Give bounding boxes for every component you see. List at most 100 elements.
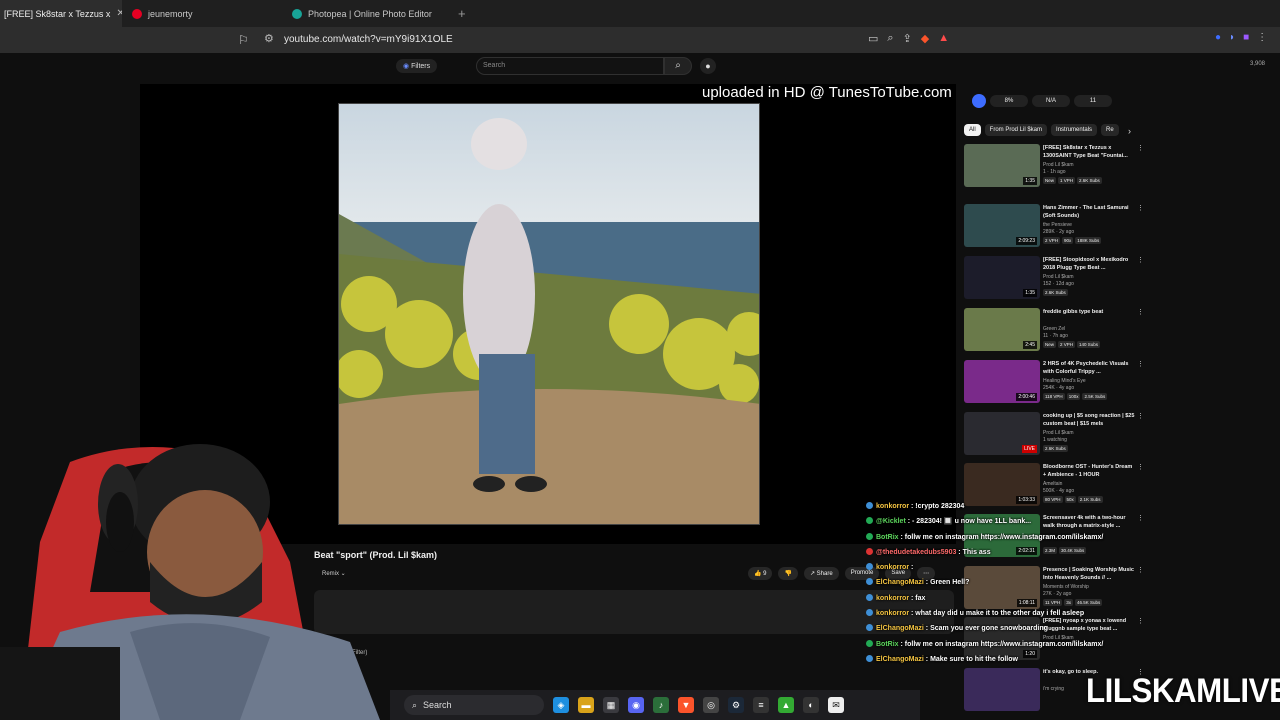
more-icon[interactable]: ⋮ (1137, 204, 1144, 212)
video-thumbnail[interactable]: 2:00:46 (964, 360, 1040, 403)
store-icon[interactable]: ▦ (603, 697, 619, 713)
bookmark-icon[interactable]: ⚐ (238, 33, 250, 47)
brave-rewards-icon[interactable]: ▲ (938, 32, 949, 45)
more-icon[interactable]: ⋮ (1137, 256, 1144, 264)
more-icon[interactable]: ⋮ (1137, 308, 1144, 316)
chat-text: : Green Hell? (923, 579, 970, 587)
recommended-video[interactable]: 2:00:46 2 HRS of 4K Psychedelic Visuals w… (964, 360, 1146, 406)
video-thumbnail[interactable]: 2:09:23 (964, 204, 1040, 247)
chat-badge-icon (866, 654, 873, 662)
recommended-video[interactable]: 1:35 [FREE] Sk8star x Tezzus x 1300SAINT … (964, 144, 1146, 190)
badges: 2.6K Subs (1043, 445, 1068, 452)
chip-re[interactable]: Re (1101, 124, 1119, 136)
extension-icon[interactable]: ◗ (1229, 32, 1235, 43)
mic-icon[interactable]: ● (700, 58, 716, 74)
extension-icon[interactable]: ■ (1243, 32, 1249, 43)
extension-icon[interactable]: ● (1215, 32, 1221, 43)
url-field[interactable]: youtube.com/watch?v=mY9i91X1OLE (284, 34, 453, 45)
stat-pill: 11 (1074, 95, 1112, 107)
like-button[interactable]: 👍 9 (748, 567, 773, 580)
more-icon[interactable]: ⋮ (1137, 144, 1144, 152)
app-icon[interactable]: ≡ (753, 697, 769, 713)
video-thumbnail[interactable]: 1:35 (964, 256, 1040, 299)
brave-icon[interactable]: ▼ (678, 697, 694, 713)
more-icon[interactable]: ⋮ (1137, 463, 1144, 471)
stats-icon (972, 94, 986, 108)
duration-badge: 2:09:23 (1016, 237, 1037, 245)
file-explorer-icon[interactable]: ▬ (578, 697, 594, 713)
photopea-icon (292, 8, 302, 19)
recommended-video[interactable]: 1:35 [FREE] Stoopidxool x Mexikodro 2018 … (964, 256, 1146, 302)
new-tab-button[interactable]: + (450, 6, 474, 21)
description-box[interactable] (314, 590, 954, 634)
recommended-video[interactable]: 2:45 freddie gibbs type beat Green Zel 11 ·… (964, 308, 1146, 354)
video-thumbnail[interactable] (964, 668, 1040, 711)
app-icon[interactable]: ▲ (778, 697, 794, 713)
chat-message: konkorror : (866, 563, 1146, 578)
tab-photopea[interactable]: Photopea | Online Photo Editor (282, 0, 450, 27)
tab-jeunemorty[interactable]: jeunemorty (122, 0, 282, 27)
cast-icon[interactable]: ▭ (868, 32, 878, 45)
chip-all[interactable]: All (964, 124, 981, 136)
stat-badge: New (1043, 341, 1057, 348)
stat-badge: 188K Subs (1075, 237, 1102, 244)
app-icon[interactable]: ✉ (828, 697, 844, 713)
recommended-video[interactable]: LIVE cooking up | $5 song reaction | $25 … (964, 412, 1146, 458)
brave-shield-icon[interactable]: ◆ (921, 32, 929, 45)
share-button[interactable]: ↗ Share (803, 567, 839, 580)
obs-icon[interactable]: ◎ (703, 697, 719, 713)
site-info-icon[interactable]: ⚙ (264, 32, 274, 45)
search-input[interactable]: Search (476, 57, 664, 75)
chat-badge-icon (866, 517, 873, 525)
taskbar-search[interactable]: ⌕ Search (404, 695, 544, 715)
chevron-right-icon[interactable]: › (1128, 126, 1131, 136)
tab-label: jeunemorty (148, 8, 193, 19)
duration-badge: 1:35 (1023, 177, 1037, 185)
chat-username: BotRix (876, 640, 899, 648)
screen: [FREE] Sk8star x Tezzus x ✕ jeunemorty P… (0, 0, 1280, 720)
chat-text: : what day did u make it to the other da… (909, 610, 1085, 618)
chat-text: : follw me on instagram https://www.inst… (898, 640, 1104, 648)
app-icon[interactable]: ♪ (653, 697, 669, 713)
menu-icon[interactable]: ⋮ (1257, 32, 1267, 43)
sidebar-chips: All From Prod Lil $kam Instrumentals Re (964, 124, 1119, 136)
discord-icon[interactable]: ◉ (628, 697, 644, 713)
video-meta: 254K · 4y ago (1043, 385, 1075, 391)
video-title: [FREE] Stoopidxool x Mexikodro 2018 Plug… (1043, 257, 1129, 271)
video-thumbnail[interactable]: 1:35 (964, 144, 1040, 187)
chat-badge-icon (866, 609, 873, 617)
more-icon[interactable]: ⋮ (1137, 412, 1144, 420)
chip-from-channel[interactable]: From Prod Lil $kam (984, 124, 1048, 136)
search-icon[interactable]: ⌕ (664, 57, 692, 75)
share-icon[interactable]: ⇪ (903, 32, 912, 45)
steam-icon[interactable]: ⚙ (728, 697, 744, 713)
video-thumbnail[interactable]: LIVE (964, 412, 1040, 455)
chat-message: @Kicklet : - 282304! 🔲 u now have 1LL ba… (866, 517, 1146, 532)
chat-message: BotRix : follw me on instagram https://w… (866, 639, 1146, 655)
app-icon[interactable]: ◐ (803, 697, 819, 713)
more-icon[interactable]: ⋮ (1137, 360, 1144, 368)
filter-icon: ◉ (403, 63, 410, 70)
chat-message: ElChangoMazi : Scam you ever gone snowbo… (866, 624, 1146, 639)
chat-text: : Make sure to hit the follow (923, 655, 1018, 663)
search-icon: ⌕ (412, 699, 418, 710)
chat-text: : Scam you ever gone snowboarding (923, 625, 1048, 633)
zoom-icon[interactable]: ⌕ (887, 32, 893, 45)
chat-text: : !crypto 282304 (909, 503, 965, 510)
extension-icons: ● ◗ ■ ⋮ (1215, 32, 1267, 43)
app-icon[interactable]: ◈ (553, 697, 569, 713)
filters-button[interactable]: ◉ Filters (396, 59, 438, 73)
video-meta: 152 · 12d ago (1043, 281, 1074, 287)
chat-text: : fax (909, 594, 926, 602)
video-thumbnail[interactable]: 1:03:33 (964, 463, 1040, 506)
recommended-video[interactable]: 2:09:23 Hans Zimmer - The Last Samurai (S… (964, 204, 1146, 250)
chat-username: BotRix (876, 533, 899, 541)
dislike-button[interactable]: 👎 (778, 567, 798, 580)
chip-instrumentals[interactable]: Instrumentals (1051, 124, 1098, 136)
video-thumbnail[interactable]: 2:45 (964, 308, 1040, 351)
badges: 2 VPH 90x 188K Subs (1043, 237, 1102, 244)
video-frame[interactable] (338, 103, 760, 525)
stat-badge: 140 Subs (1077, 341, 1101, 348)
tab-active[interactable]: [FREE] Sk8star x Tezzus x ✕ (0, 0, 122, 27)
video-title: [FREE] Sk8star x Tezzus x 1300SAINT Type… (1043, 145, 1128, 159)
